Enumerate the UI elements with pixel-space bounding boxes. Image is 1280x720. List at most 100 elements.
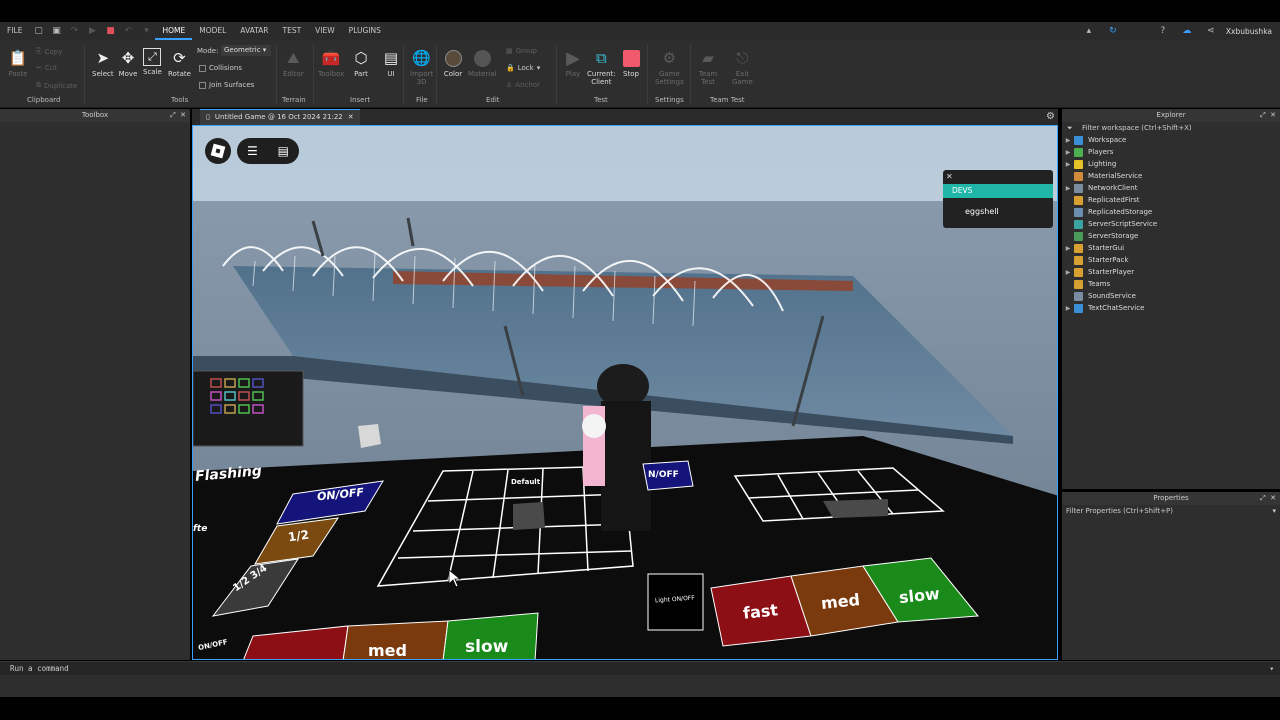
caret-right-icon[interactable]: ▶ [1062, 269, 1074, 276]
explorer-item[interactable]: ▶ Workspace [1062, 134, 1280, 146]
tab-home[interactable]: HOME [155, 22, 193, 40]
panel-controls[interactable]: ⤢ ✕ [1260, 109, 1276, 122]
dropdown-icon[interactable]: ▾ [141, 26, 151, 36]
explorer-item[interactable]: ReplicatedStorage [1062, 206, 1280, 218]
tab-view[interactable]: VIEW [308, 22, 342, 40]
half-label[interactable]: 1/2 [287, 528, 310, 545]
gear-icon[interactable]: ⚙ [1046, 111, 1055, 122]
tab-model[interactable]: MODEL [192, 22, 233, 40]
close-icon[interactable]: ✕ [946, 172, 953, 181]
explorer-item[interactable]: ServerScriptService [1062, 218, 1280, 230]
play-icon[interactable]: ▶ [87, 26, 97, 36]
menu-icon[interactable]: ☰ [247, 144, 258, 158]
explorer-item[interactable]: ReplicatedFirst [1062, 194, 1280, 206]
color-swatch-icon [443, 48, 463, 68]
properties-header: Properties ⤢ ✕ [1062, 492, 1280, 505]
panel-controls[interactable]: ⤢ ✕ [1260, 492, 1276, 505]
undo-icon[interactable]: ↶ [123, 26, 133, 36]
toolbox-button[interactable]: 🧰 Toolbox [318, 48, 344, 78]
copy-button[interactable]: ⎘ Copy [36, 47, 62, 56]
explorer-item[interactable]: SoundService [1062, 290, 1280, 302]
tab-avatar[interactable]: AVATAR [233, 22, 275, 40]
part-button[interactable]: ⬡ Part [351, 48, 371, 78]
explorer-item[interactable]: Teams [1062, 278, 1280, 290]
share-icon[interactable]: ⋖ [1206, 26, 1216, 36]
team-test-button[interactable]: ▰ Team Test [698, 48, 718, 86]
game-settings-button[interactable]: ⚙ Game Settings [655, 48, 684, 86]
slow-label-bottom[interactable]: slow [465, 637, 508, 657]
username[interactable]: Xxbubushka [1226, 27, 1272, 36]
explorer-item[interactable]: ServerStorage [1062, 230, 1280, 242]
rotate-tool-button[interactable]: ⟳ Rotate [168, 48, 191, 78]
game-viewport[interactable]: Flashing ON/OFF fte 1/2 1/2 3/4 Default … [192, 125, 1058, 660]
caret-right-icon[interactable]: ▶ [1062, 245, 1074, 252]
caret-right-icon[interactable]: ▶ [1062, 149, 1074, 156]
save-icon[interactable]: ▣ [51, 26, 61, 36]
duplicate-button[interactable]: ⧉ Duplicate [36, 81, 77, 90]
chevron-up-icon[interactable]: ▴ [1084, 26, 1094, 36]
mode-select[interactable]: Geometric ▾ [221, 45, 271, 56]
panel-controls[interactable]: ⤢ ✕ [170, 109, 186, 122]
explorer-item[interactable]: ▶ StarterGui [1062, 242, 1280, 254]
redo-icon[interactable]: ↷ [69, 26, 79, 36]
cloud-icon[interactable]: ☁ [1182, 26, 1192, 36]
exit-game-button[interactable]: ⎋ Exit Game [732, 48, 753, 86]
group-button[interactable]: ▦ Group [506, 47, 537, 55]
explorer-filter[interactable]: ⏷ Filter workspace (Ctrl+Shift+X) [1062, 122, 1280, 134]
properties-filter[interactable]: Filter Properties (Ctrl+Shift+P) ▾ [1062, 505, 1280, 517]
explorer-item[interactable]: ▶ Lighting [1062, 158, 1280, 170]
new-file-icon[interactable]: ▢ [33, 26, 43, 36]
caret-right-icon[interactable]: ▶ [1062, 137, 1074, 144]
explorer-item[interactable]: ▶ StarterPlayer [1062, 266, 1280, 278]
import-3d-button[interactable]: 🌐 Import 3D [410, 48, 433, 86]
tab-plugins[interactable]: PLUGINS [342, 22, 388, 40]
cube-icon: ⬡ [354, 49, 368, 67]
ui-icon: ▤ [383, 49, 399, 67]
explorer-item[interactable]: ▶ Players [1062, 146, 1280, 158]
command-input[interactable]: Run a command [10, 664, 69, 673]
close-icon[interactable]: ✕ [348, 110, 354, 125]
ui-button[interactable]: ▤ UI [381, 48, 401, 78]
stop-button[interactable]: Stop [621, 48, 641, 78]
help-icon[interactable]: ? [1158, 26, 1168, 36]
color-button[interactable]: Color [443, 48, 463, 78]
document-tab[interactable]: ▯ Untitled Game @ 16 Oct 2024 21:22 ✕ [200, 109, 360, 125]
explorer-item[interactable]: ▶ TextChatService [1062, 302, 1280, 314]
devs-header[interactable]: DEVS [943, 184, 1053, 198]
cut-button[interactable]: ✂ Cut [36, 64, 57, 72]
refresh-icon[interactable]: ↻ [1108, 26, 1118, 36]
command-bar[interactable]: Run a command ▾ [0, 661, 1280, 675]
current-client-button[interactable]: ⧉ Current: Client [587, 48, 616, 86]
join-surfaces-toggle[interactable]: Join Surfaces [199, 81, 254, 89]
fast-label[interactable]: fast [742, 600, 779, 623]
chevron-down-icon[interactable]: ▾ [1269, 662, 1274, 675]
roblox-menu-button[interactable] [205, 138, 231, 164]
paste-button[interactable]: 📋 Paste [8, 48, 28, 78]
explorer-item[interactable]: ▶ NetworkClient [1062, 182, 1280, 194]
caret-right-icon[interactable]: ▶ [1062, 185, 1074, 192]
caret-right-icon[interactable]: ▶ [1062, 161, 1074, 168]
med-label-bottom[interactable]: med [368, 641, 407, 659]
explorer-item[interactable]: StarterPack [1062, 254, 1280, 266]
service-icon [1074, 291, 1083, 301]
explorer-item-label: Workspace [1088, 136, 1127, 144]
scale-tool-button[interactable]: ⤢ Scale [143, 48, 162, 76]
select-tool-button[interactable]: ➤ Select [92, 48, 114, 78]
collisions-toggle[interactable]: Collisions [199, 64, 242, 72]
play-button[interactable]: ▶ Play [563, 48, 583, 79]
file-menu[interactable]: FILE [0, 22, 29, 40]
anchor-button[interactable]: ⚓ Anchor [506, 81, 540, 89]
material-button[interactable]: Material [468, 48, 496, 78]
onoff-label-center[interactable]: N/OFF [648, 470, 679, 480]
chat-icon[interactable]: ▤ [278, 144, 289, 158]
explorer-item[interactable]: MaterialService [1062, 170, 1280, 182]
lock-button[interactable]: 🔒 Lock ▾ [506, 64, 540, 72]
devs-member[interactable]: eggshell [943, 207, 1053, 216]
caret-right-icon[interactable]: ▶ [1062, 305, 1074, 312]
terrain-editor-button[interactable]: ⛰ Editor [283, 48, 304, 78]
tab-test[interactable]: TEST [276, 22, 309, 40]
move-tool-button[interactable]: ✥ Move [118, 48, 138, 78]
default-label[interactable]: Default [511, 478, 540, 486]
med-label[interactable]: med [820, 590, 861, 613]
stop-icon[interactable]: ■ [105, 26, 115, 36]
